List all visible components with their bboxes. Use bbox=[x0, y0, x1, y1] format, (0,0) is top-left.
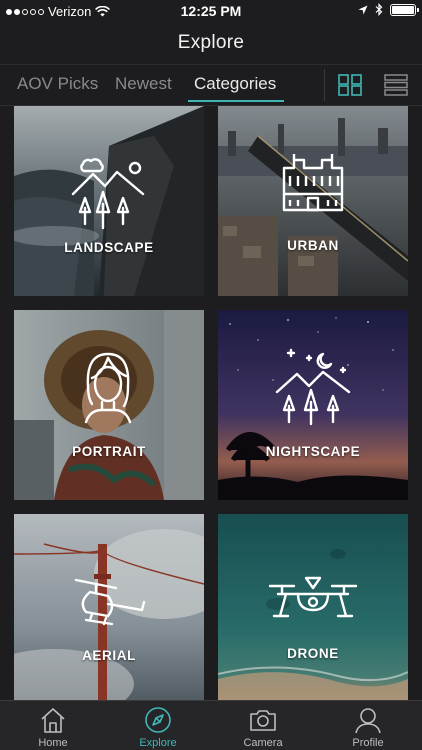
tab-aov-picks[interactable]: AOV Picks bbox=[17, 65, 98, 105]
category-tile-drone[interactable]: DRONE bbox=[218, 514, 408, 700]
page-title: Explore bbox=[177, 32, 245, 53]
person-icon bbox=[84, 352, 132, 424]
grid-view-icon[interactable] bbox=[338, 74, 362, 96]
category-label: DRONE bbox=[287, 646, 339, 661]
tab-explore-label: Explore bbox=[139, 737, 177, 749]
nav-header: Explore bbox=[0, 22, 422, 64]
tab-categories[interactable]: Categories bbox=[187, 65, 285, 105]
segment-tabs: AOV Picks Newest Categories bbox=[0, 64, 422, 106]
home-icon bbox=[41, 708, 65, 733]
mountains-trees-icon bbox=[71, 158, 145, 230]
category-label: URBAN bbox=[287, 238, 339, 253]
category-grid: LANDSCAPE URBAN PORTRAIT NIGHTSCAPE AERI… bbox=[0, 106, 422, 700]
tab-home[interactable]: Home bbox=[13, 701, 93, 750]
category-tile-landscape[interactable]: LANDSCAPE bbox=[14, 106, 204, 296]
bluetooth-icon bbox=[375, 3, 383, 16]
tab-home-label: Home bbox=[38, 737, 68, 749]
tabs-divider bbox=[324, 69, 325, 101]
compass-icon bbox=[145, 707, 171, 733]
helicopter-icon bbox=[74, 578, 146, 626]
category-label: LANDSCAPE bbox=[64, 240, 154, 255]
building-icon bbox=[282, 154, 344, 212]
tab-camera[interactable]: Camera bbox=[223, 701, 303, 750]
profile-icon bbox=[355, 708, 381, 734]
category-tile-urban[interactable]: URBAN bbox=[218, 106, 408, 296]
category-tile-nightscape[interactable]: NIGHTSCAPE bbox=[218, 310, 408, 500]
tab-explore[interactable]: Explore bbox=[118, 701, 198, 750]
tab-profile[interactable]: Profile bbox=[328, 701, 408, 750]
tab-camera-label: Camera bbox=[243, 737, 283, 749]
night-mountains-icon bbox=[275, 348, 351, 426]
location-arrow-icon bbox=[358, 5, 368, 14]
category-tile-portrait[interactable]: PORTRAIT bbox=[14, 310, 204, 500]
camera-icon bbox=[250, 710, 276, 731]
status-bar: Verizon 12:25 PM bbox=[0, 0, 422, 22]
category-label: AERIAL bbox=[82, 648, 136, 663]
drone-icon bbox=[268, 576, 358, 618]
list-view-icon[interactable] bbox=[384, 74, 408, 96]
bottom-tab-bar: Home Explore Camera Profile bbox=[0, 700, 422, 750]
status-right bbox=[358, 3, 419, 16]
category-tile-aerial[interactable]: AERIAL bbox=[14, 514, 204, 700]
tab-newest[interactable]: Newest bbox=[115, 65, 172, 105]
tab-profile-label: Profile bbox=[352, 737, 384, 749]
category-label: NIGHTSCAPE bbox=[265, 444, 361, 459]
category-label: PORTRAIT bbox=[72, 444, 146, 459]
battery-icon bbox=[390, 3, 419, 16]
